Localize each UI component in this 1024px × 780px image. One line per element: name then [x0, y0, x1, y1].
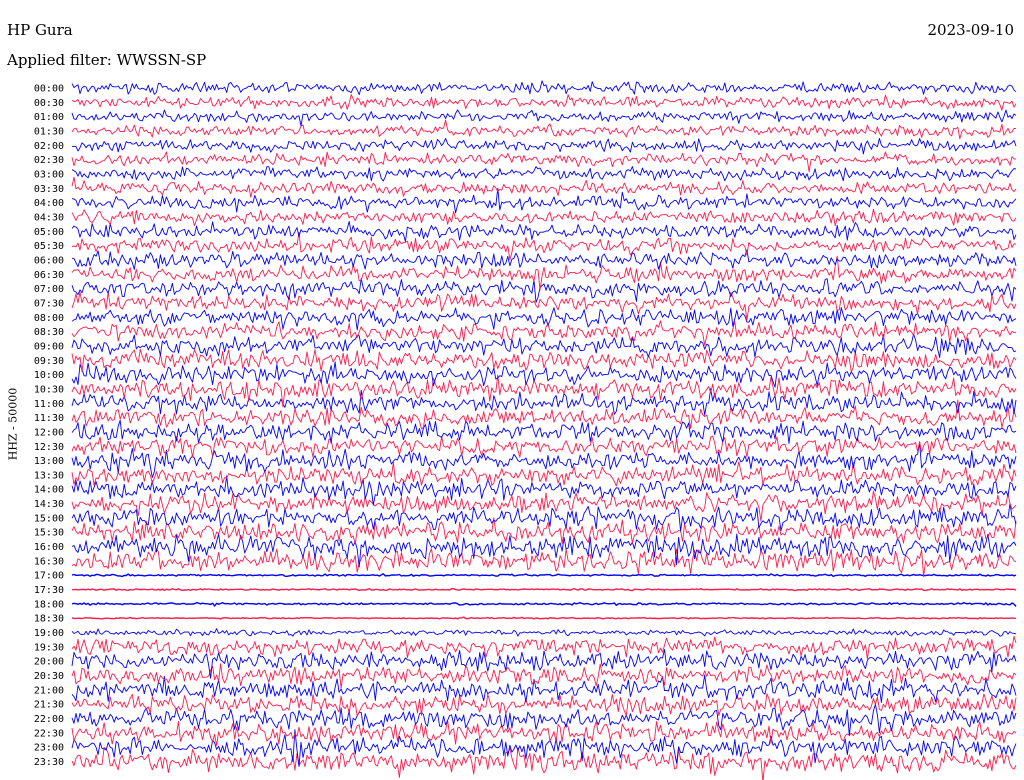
time-tick-label: 20:00: [34, 657, 64, 668]
time-tick-label: 16:30: [34, 556, 64, 567]
trace-row-1930: [71, 635, 1017, 660]
time-tick-label: 23:30: [34, 757, 64, 768]
trace-row-0000: [71, 80, 1017, 96]
time-tick-label: 19:30: [34, 642, 64, 653]
trace-row-1830: [71, 616, 1017, 620]
time-tick-label: 18:30: [34, 614, 64, 625]
time-tick-label: 06:30: [34, 270, 64, 281]
time-tick-label: 16:00: [34, 542, 64, 553]
time-tick-label: 01:00: [34, 112, 64, 123]
trace-row-0930: [71, 348, 1017, 373]
trace-row-1100: [71, 388, 1017, 416]
time-tick-label: 09:30: [34, 356, 64, 367]
time-tick-label: 14:00: [34, 485, 64, 496]
time-tick-label: 15:00: [34, 513, 64, 524]
trace-row-1130: [71, 399, 1017, 430]
time-tick-label: 06:00: [34, 255, 64, 266]
tick-labels-group: 00:00 00:30 01:00 01:30 02:00 02:30 03:00 03:30…: [34, 84, 64, 769]
trace-row-0730: [71, 291, 1017, 321]
time-tick-label: 13:30: [34, 470, 64, 481]
time-tick-label: 10:30: [34, 384, 64, 395]
time-tick-label: 09:00: [34, 341, 64, 352]
time-tick-label: 13:00: [34, 456, 64, 467]
time-tick-label: 07:00: [34, 284, 64, 295]
trace-row-1730: [71, 587, 1017, 592]
trace-row-0200: [71, 137, 1017, 155]
time-tick-label: 20:30: [34, 671, 64, 682]
time-tick-label: 03:30: [34, 184, 64, 195]
trace-row-0330: [71, 176, 1017, 198]
trace-row-2100: [71, 674, 1017, 703]
helicorder-plot: 00:00 00:30 01:00 01:30 02:00 02:30 03:00 03:30…: [34, 80, 1017, 780]
trace-row-0700: [71, 278, 1017, 303]
time-tick-label: 21:30: [34, 700, 64, 711]
time-tick-label: 04:00: [34, 198, 64, 209]
trace-row-0500: [71, 220, 1017, 242]
trace-row-0400: [71, 187, 1017, 214]
trace-row-2030: [71, 663, 1017, 689]
time-tick-label: 02:30: [34, 155, 64, 166]
time-tick-label: 03:00: [34, 169, 64, 180]
trace-row-2330: [71, 747, 1017, 780]
trace-row-1600: [71, 533, 1017, 568]
trace-row-1800: [71, 601, 1017, 607]
time-tick-label: 22:30: [34, 728, 64, 739]
time-tick-label: 05:30: [34, 241, 64, 252]
time-tick-label: 07:30: [34, 298, 64, 309]
time-tick-label: 05:00: [34, 227, 64, 238]
time-tick-label: 01:30: [34, 126, 64, 137]
time-tick-label: 00:30: [34, 98, 64, 109]
trace-row-1330: [71, 461, 1017, 487]
time-tick-label: 18:00: [34, 599, 64, 610]
trace-row-0530: [71, 232, 1016, 261]
trace-row-1700: [71, 573, 1017, 578]
time-tick-label: 17:30: [34, 585, 64, 596]
time-tick-label: 10:00: [34, 370, 64, 381]
time-tick-label: 02:00: [34, 141, 64, 152]
time-tick-label: 19:00: [34, 628, 64, 639]
time-tick-label: 17:00: [34, 571, 64, 582]
time-tick-label: 12:30: [34, 442, 64, 453]
time-tick-label: 11:30: [34, 413, 64, 424]
trace-row-1630: [71, 548, 1017, 577]
time-tick-label: 11:00: [34, 399, 64, 410]
time-tick-label: 15:30: [34, 528, 64, 539]
time-tick-label: 14:30: [34, 499, 64, 510]
trace-row-2130: [71, 693, 1017, 717]
time-tick-label: 08:30: [34, 327, 64, 338]
trace-row-0300: [71, 166, 1017, 182]
trace-row-0230: [71, 151, 1017, 173]
trace-row-1900: [71, 628, 1017, 637]
time-tick-label: 23:00: [34, 743, 64, 754]
trace-row-2200: [71, 703, 1017, 737]
traces-group: [71, 80, 1017, 780]
trace-row-0430: [71, 208, 1017, 227]
time-tick-label: 22:00: [34, 714, 64, 725]
time-tick-label: 04:30: [34, 212, 64, 223]
trace-row-0100: [71, 109, 1017, 127]
trace-row-1200: [71, 419, 1017, 444]
time-tick-label: 00:00: [34, 84, 64, 95]
time-tick-label: 12:00: [34, 427, 64, 438]
trace-row-0130: [71, 119, 1016, 140]
trace-row-0030: [71, 94, 1017, 111]
time-tick-label: 21:00: [34, 685, 64, 696]
trace-row-1430: [71, 490, 1017, 522]
time-tick-label: 08:00: [34, 313, 64, 324]
